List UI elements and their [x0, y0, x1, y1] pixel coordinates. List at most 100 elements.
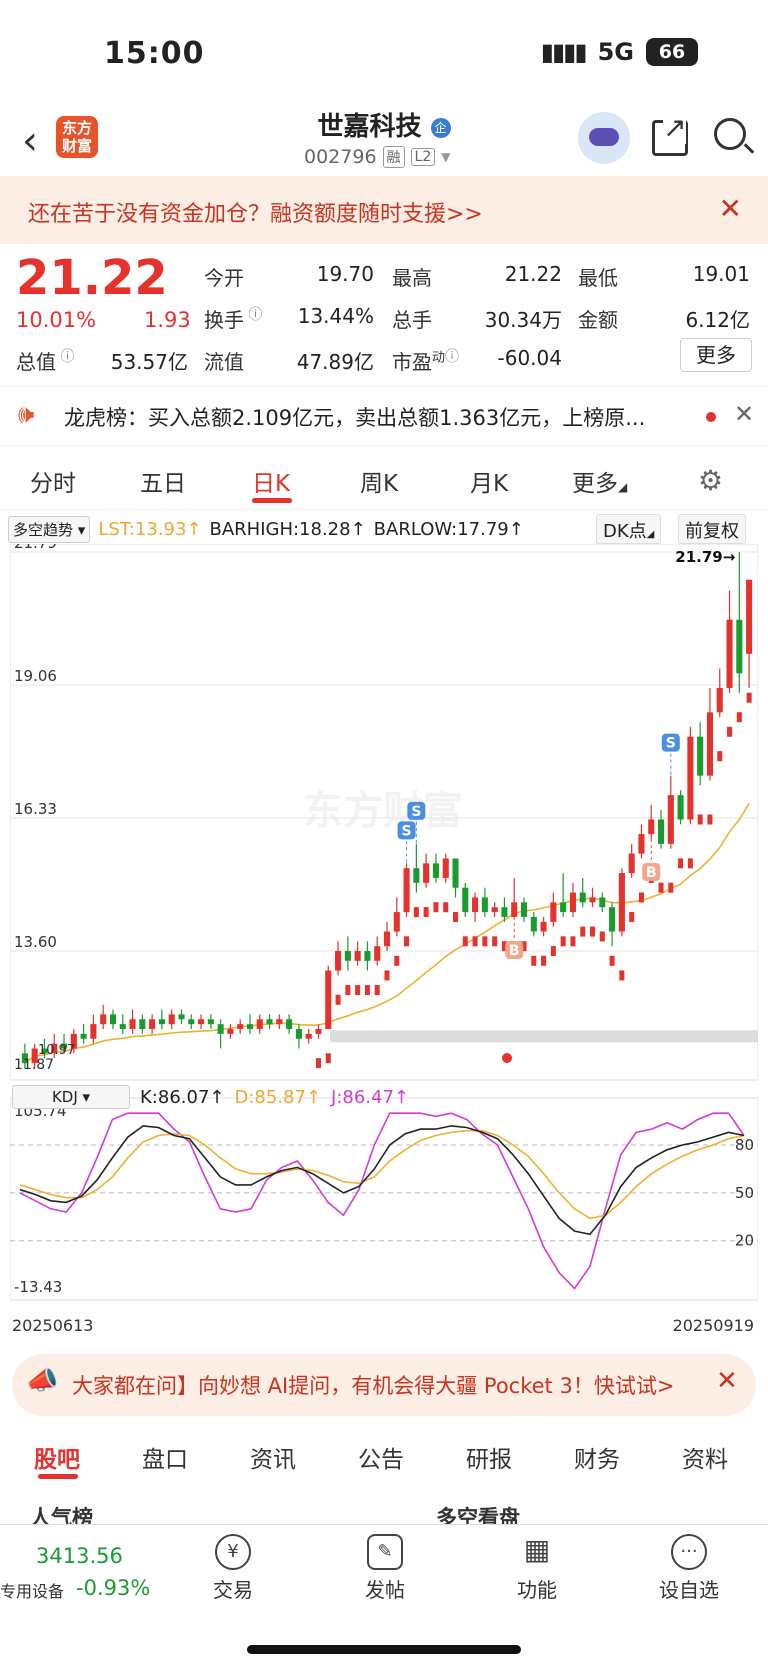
nav-post[interactable]: ✎ 发帖 [340, 1534, 430, 1603]
ai-banner-close-icon[interactable]: ✕ [716, 1366, 738, 1396]
trend-dash [472, 936, 478, 947]
trend-dash [541, 955, 547, 966]
nav-watchlist[interactable]: ··· 设自选 [644, 1534, 734, 1603]
candle-body [540, 921, 547, 932]
pe-label: 市盈动ⓘ [392, 349, 460, 374]
dk-point-button[interactable]: DK点◢ [596, 514, 662, 544]
turnover-label: 换手 ⓘ [204, 307, 263, 332]
open-label: 今开 [204, 266, 244, 290]
candle-body [609, 907, 616, 932]
nav-trade[interactable]: ¥ 交易 [188, 1534, 278, 1603]
notice-close-icon[interactable]: ✕ [734, 400, 754, 428]
candle-body [207, 1019, 214, 1025]
candle-body [677, 795, 684, 820]
buy-signal-label: B [646, 865, 657, 881]
speaker-icon: 🕪 [18, 400, 35, 430]
peek-left[interactable]: 人气榜 [30, 1502, 93, 1526]
y-tick-label: 19.06 [14, 667, 57, 685]
peek-right[interactable]: 多空看盘 [436, 1502, 520, 1526]
tab-news[interactable]: 资讯 [250, 1440, 296, 1474]
adjust-button[interactable]: 前复权 [678, 514, 746, 544]
kdj-panel-border [10, 1097, 758, 1301]
tab-announcements[interactable]: 公告 [358, 1440, 404, 1474]
high-value: 21.22 [504, 262, 562, 286]
gear-icon[interactable]: ⚙ [698, 464, 723, 497]
trend-dash [433, 902, 439, 913]
share-icon[interactable] [652, 111, 688, 156]
unread-dot [706, 412, 716, 422]
sell-signal-label: S [411, 804, 421, 820]
change-percent: 10.01% [16, 308, 97, 332]
l2-tag: L2 [410, 148, 436, 166]
more-button[interactable]: 更多 [680, 338, 752, 372]
trend-dash [736, 712, 742, 723]
content-peek[interactable]: 人气榜 多空看盘 [30, 1500, 760, 1526]
candle-body [393, 912, 400, 932]
nav-functions[interactable]: ▦ 功能 [492, 1534, 582, 1603]
candle-body [736, 619, 743, 674]
candle-body [266, 1019, 273, 1025]
tab-finance[interactable]: 财务 [574, 1440, 620, 1474]
stock-name: 世嘉科技 [317, 112, 422, 142]
tab-profile[interactable]: 资料 [682, 1440, 728, 1474]
market-cap-value: 53.57亿 [110, 350, 188, 374]
kdj-j-line [19, 1112, 745, 1290]
ai-banner-text[interactable]: 大家都在问】向妙想 AI提问，有机会得大疆 Pocket 3！快试试> [72, 1370, 674, 1400]
tab-guba[interactable]: 股吧 [34, 1440, 80, 1474]
kdj-d-value: D:85.87↑ [234, 1086, 322, 1108]
end-date: 20250919 [672, 1316, 754, 1335]
candle-body [129, 1019, 136, 1030]
promo-banner-text[interactable]: 还在苦于没有资金加仓？融资额度随时支援>> [28, 196, 483, 228]
candle-body [452, 858, 459, 888]
tab-monthly-k[interactable]: 月K [470, 464, 508, 498]
candle-body [315, 1029, 322, 1034]
kdj-level-label: 50 [735, 1184, 754, 1202]
candle-body [286, 1019, 293, 1030]
home-indicator [247, 1645, 521, 1654]
indicator-selector[interactable]: 多空趋势 ▾ [8, 515, 91, 543]
stock-code-row[interactable]: 002796 融 L2 ▼ [304, 146, 450, 168]
tab-pankou[interactable]: 盘口 [142, 1440, 188, 1474]
candle-body [403, 868, 410, 913]
index-label: 专用设备 [0, 1582, 65, 1601]
amount-label: 金额 [578, 308, 618, 332]
trend-dash [697, 814, 703, 825]
candle-body [168, 1014, 175, 1025]
trend-dash [746, 692, 752, 703]
kdj-j-value: J:86.47↑ [331, 1086, 410, 1108]
nav-post-label: 发帖 [365, 1578, 405, 1602]
notice-text[interactable]: 龙虎榜：买入总额2.109亿元，卖出总额1.363亿元，上榜原... [64, 402, 684, 432]
kdj-selector[interactable]: KDJ ▾ [12, 1085, 130, 1109]
dropdown-icon[interactable]: ▼ [441, 150, 450, 164]
candle-body [550, 902, 557, 922]
tab-daily-k[interactable]: 日K [252, 464, 290, 498]
candle-body [158, 1019, 165, 1025]
trend-dash [707, 814, 713, 825]
megaphone-icon: 📣 [26, 1366, 59, 1396]
robot-avatar-icon[interactable] [578, 112, 630, 164]
tab-five-day[interactable]: 五日 [140, 464, 186, 498]
tab-intraday[interactable]: 分时 [30, 464, 76, 498]
last-price: 21.22 [16, 250, 168, 306]
tab-more[interactable]: 更多◢ [572, 464, 627, 498]
candle-body [325, 970, 332, 1030]
promo-close-icon[interactable]: ✕ [719, 192, 742, 225]
search-icon[interactable] [714, 118, 746, 150]
candle-body [716, 687, 723, 713]
trend-dash [531, 955, 537, 966]
support-band [330, 1030, 758, 1043]
index-value[interactable]: 3413.56 [36, 1544, 123, 1568]
tab-weekly-k[interactable]: 周K [360, 464, 398, 498]
bottom-tab-underline [38, 1474, 78, 1479]
enterprise-badge: 企 [430, 117, 451, 138]
tab-underline [252, 498, 292, 503]
candle-body [246, 1024, 254, 1030]
candle-body [599, 897, 606, 908]
tab-research[interactable]: 研报 [466, 1440, 512, 1474]
volume-label: 总手 [392, 308, 432, 332]
kline-chart[interactable]: 东方财富21.7919.0616.3313.60SSSBB21.79→10.97… [10, 544, 758, 1314]
candle-body [100, 1014, 107, 1025]
candle-body [442, 858, 449, 878]
trend-dash [629, 911, 635, 922]
candle-body [491, 907, 498, 913]
